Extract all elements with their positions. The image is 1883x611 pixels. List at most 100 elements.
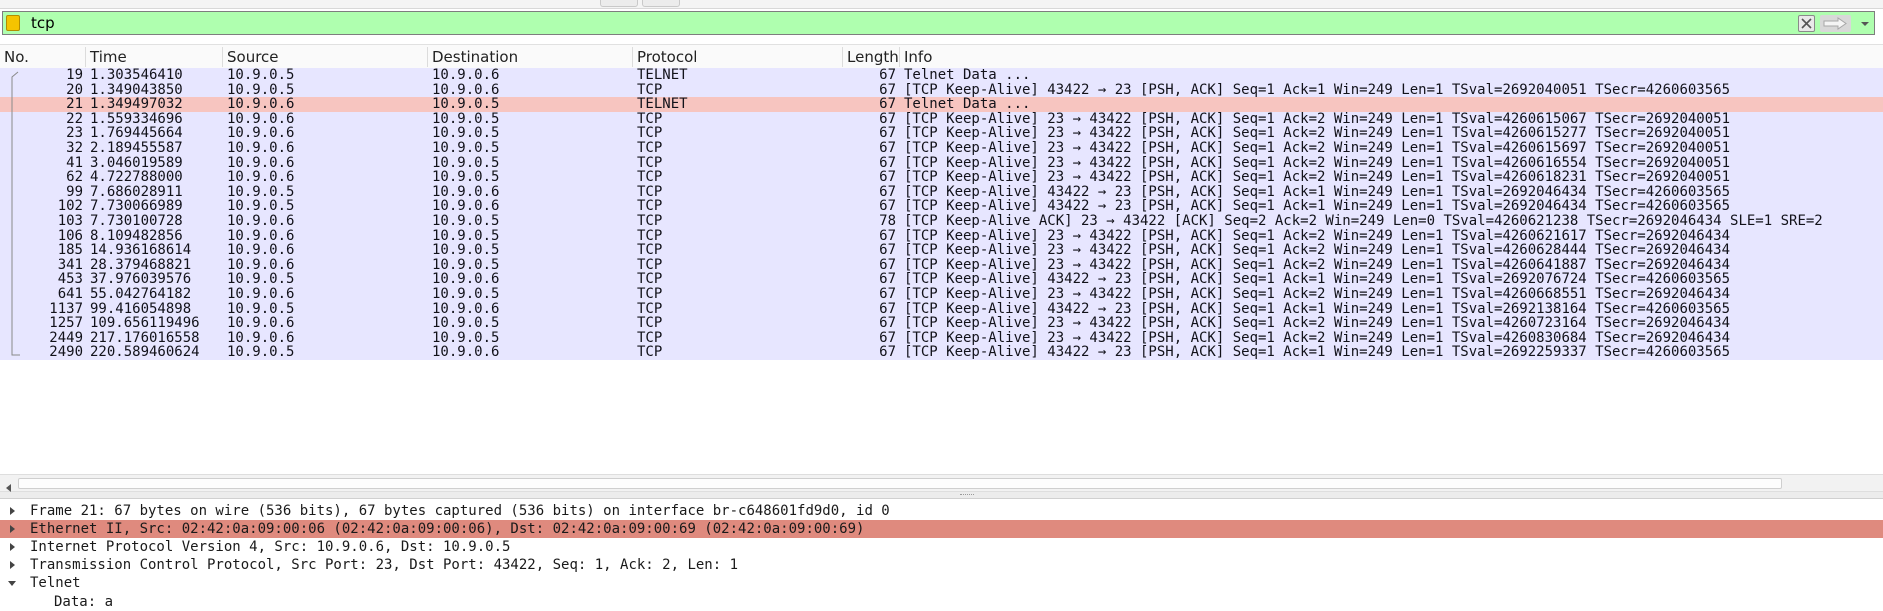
cell-info: [TCP Keep-Alive] 23 → 43422 [PSH, ACK] S… (904, 126, 1731, 141)
cell-protocol: TELNET (637, 68, 688, 83)
cell-length: 67 (879, 155, 896, 171)
cell-time: 7.730100728 (90, 214, 183, 229)
cell-time: 37.976039576 (90, 272, 192, 287)
cell-source: 10.9.0.6 (227, 228, 295, 244)
packet-row[interactable]: 341 28.379468821 10.9.0.6 10.9.0.5 TCP 67 [TCP… (0, 257, 1883, 273)
packet-row[interactable]: 62 4.722788000 10.9.0.6 10.9.0.5 TCP 67 [TCP K… (0, 170, 1883, 185)
cell-destination: 10.9.0.6 (432, 184, 500, 200)
cell-destination: 10.9.0.5 (432, 316, 500, 331)
display-filter-input[interactable] (31, 14, 1791, 32)
chevron-down-icon[interactable] (1858, 15, 1872, 32)
packet-row[interactable]: 102 7.730066989 10.9.0.5 10.9.0.6 TCP 67 [TCP … (0, 199, 1883, 214)
cell-source: 10.9.0.6 (227, 155, 295, 171)
cell-destination: 10.9.0.5 (432, 330, 500, 346)
packet-row[interactable]: 19 1.303546410 10.9.0.5 10.9.0.6 TELNET 67 Tel… (0, 68, 1883, 83)
clear-filter-icon[interactable] (1798, 15, 1815, 32)
packet-row[interactable]: 2449 217.176016558 10.9.0.6 10.9.0.5 TCP 67 [T… (0, 330, 1883, 346)
packet-row[interactable]: 2490 220.589460624 10.9.0.5 10.9.0.6 TCP 67 [T… (0, 345, 1883, 360)
packet-row[interactable]: 22 1.559334696 10.9.0.6 10.9.0.5 TCP 67 [TCP K… (0, 111, 1883, 127)
splitter-grip[interactable] (960, 494, 974, 497)
detail-tree-item[interactable]: Telnet (0, 574, 1883, 592)
cell-length: 67 (879, 345, 896, 360)
packet-row[interactable]: 185 14.936168614 10.9.0.6 10.9.0.5 TCP 67 [TCP… (0, 243, 1883, 258)
conversation-bracket-icon (11, 71, 20, 356)
cell-info: [TCP Keep-Alive] 23 → 43422 [PSH, ACK] S… (904, 243, 1731, 258)
cell-source: 10.9.0.6 (227, 111, 295, 127)
detail-tree-item[interactable]: Internet Protocol Version 4, Src: 10.9.0… (0, 538, 1883, 556)
collapsed-arrow-icon[interactable] (10, 543, 15, 552)
collapsed-arrow-icon[interactable] (10, 507, 15, 515)
cell-length: 78 (879, 214, 896, 229)
cell-destination: 10.9.0.5 (432, 97, 500, 112)
column-header-protocol[interactable]: Protocol (633, 47, 843, 67)
detail-tree-item[interactable]: Transmission Control Protocol, Src Port:… (0, 556, 1883, 574)
cell-protocol: TCP (637, 228, 663, 244)
cell-time: 1.349043850 (90, 82, 183, 98)
cell-protocol: TCP (637, 316, 663, 331)
packet-row[interactable]: 1257 109.656119496 10.9.0.6 10.9.0.5 TCP 67 [T… (0, 316, 1883, 331)
column-header-source[interactable]: Source (223, 47, 428, 67)
detail-tree-item[interactable]: Frame 21: 67 bytes on wire (536 bits), 6… (0, 502, 1883, 520)
packet-row[interactable]: 21 1.349497032 10.9.0.6 10.9.0.5 TELNET 67 Tel… (0, 97, 1883, 112)
cell-destination: 10.9.0.6 (432, 82, 500, 98)
collapsed-arrow-icon[interactable] (10, 525, 15, 534)
cell-source: 10.9.0.6 (227, 316, 295, 331)
packet-row[interactable]: 1137 99.416054898 10.9.0.5 10.9.0.6 TCP 67 [TC… (0, 301, 1883, 317)
collapsed-arrow-icon[interactable] (10, 561, 15, 570)
cell-protocol: TCP (637, 126, 663, 141)
cell-source: 10.9.0.5 (227, 184, 295, 200)
packet-row[interactable]: 32 2.189455587 10.9.0.6 10.9.0.5 TCP 67 [TCP K… (0, 141, 1883, 156)
column-header-no[interactable]: No. (0, 47, 86, 67)
packet-row[interactable]: 23 1.769445664 10.9.0.6 10.9.0.5 TCP 67 [TCP K… (0, 126, 1883, 141)
column-header-destination[interactable]: Destination (428, 47, 633, 67)
cell-info: [TCP Keep-Alive] 23 → 43422 [PSH, ACK] S… (904, 170, 1731, 185)
detail-tree-item[interactable]: Data: a (0, 593, 1883, 611)
cell-time: 14.936168614 (90, 243, 192, 258)
detail-tree-label: Transmission Control Protocol, Src Port:… (30, 557, 739, 574)
cell-time: 109.656119496 (90, 316, 200, 331)
packet-row[interactable]: 20 1.349043850 10.9.0.5 10.9.0.6 TCP 67 [TCP K… (0, 82, 1883, 98)
cell-protocol: TCP (637, 111, 663, 127)
column-header-info[interactable]: Info (900, 47, 1883, 67)
cell-info: [TCP Keep-Alive] 23 → 43422 [PSH, ACK] S… (904, 330, 1731, 346)
packet-row[interactable]: 106 8.109482856 10.9.0.6 10.9.0.5 TCP 67 [TCP … (0, 228, 1883, 244)
toolbar-button[interactable] (642, 0, 680, 7)
cell-time: 55.042764182 (90, 287, 192, 302)
cell-info: [TCP Keep-Alive] 43422 → 23 [PSH, ACK] S… (904, 345, 1731, 360)
column-header-time[interactable]: Time (86, 47, 223, 67)
expanded-arrow-icon[interactable] (8, 581, 16, 587)
packet-row[interactable]: 99 7.686028911 10.9.0.5 10.9.0.6 TCP 67 [TCP K… (0, 184, 1883, 200)
cell-length: 67 (879, 301, 896, 317)
column-header-length[interactable]: Length (843, 47, 900, 67)
cell-destination: 10.9.0.6 (432, 68, 500, 83)
cell-destination: 10.9.0.6 (432, 272, 500, 287)
cell-length: 67 (879, 330, 896, 346)
cell-destination: 10.9.0.5 (432, 214, 500, 229)
cell-time: 4.722788000 (90, 170, 183, 185)
cell-destination: 10.9.0.5 (432, 257, 500, 273)
packet-row[interactable]: 453 37.976039576 10.9.0.5 10.9.0.6 TCP 67 [TCP… (0, 272, 1883, 287)
packet-list-horizontal-scrollbar[interactable] (0, 474, 1883, 492)
bookmark-icon[interactable] (6, 15, 20, 31)
scrollbar-thumb[interactable] (18, 478, 1782, 489)
cell-source: 10.9.0.6 (227, 126, 295, 141)
packet-row[interactable]: 641 55.042764182 10.9.0.6 10.9.0.5 TCP 67 [TCP… (0, 287, 1883, 302)
cell-info: [TCP Keep-Alive] 43422 → 23 [PSH, ACK] S… (904, 82, 1731, 98)
detail-tree-item[interactable]: Ethernet II, Src: 02:42:0a:09:00:06 (02:… (0, 520, 1883, 539)
cell-time: 217.176016558 (90, 330, 200, 346)
cell-time: 1.559334696 (90, 111, 183, 127)
cell-protocol: TCP (637, 287, 663, 302)
cell-time: 3.046019589 (90, 155, 183, 171)
cell-length: 67 (879, 287, 896, 302)
toolbar-button[interactable] (600, 0, 638, 7)
packet-row[interactable]: 41 3.046019589 10.9.0.6 10.9.0.5 TCP 67 [TCP K… (0, 155, 1883, 171)
apply-filter-arrow-icon[interactable] (1820, 15, 1851, 32)
cell-time: 99.416054898 (90, 301, 192, 317)
cell-length: 67 (879, 170, 896, 185)
cell-destination: 10.9.0.5 (432, 155, 500, 171)
cell-source: 10.9.0.5 (227, 345, 295, 360)
packet-row[interactable]: 103 7.730100728 10.9.0.6 10.9.0.5 TCP 78 [TCP … (0, 214, 1883, 229)
cell-length: 67 (879, 141, 896, 156)
packet-list: No. Time Source Destination Protocol Len… (0, 44, 1883, 494)
scroll-left-arrow-icon[interactable] (4, 478, 14, 492)
